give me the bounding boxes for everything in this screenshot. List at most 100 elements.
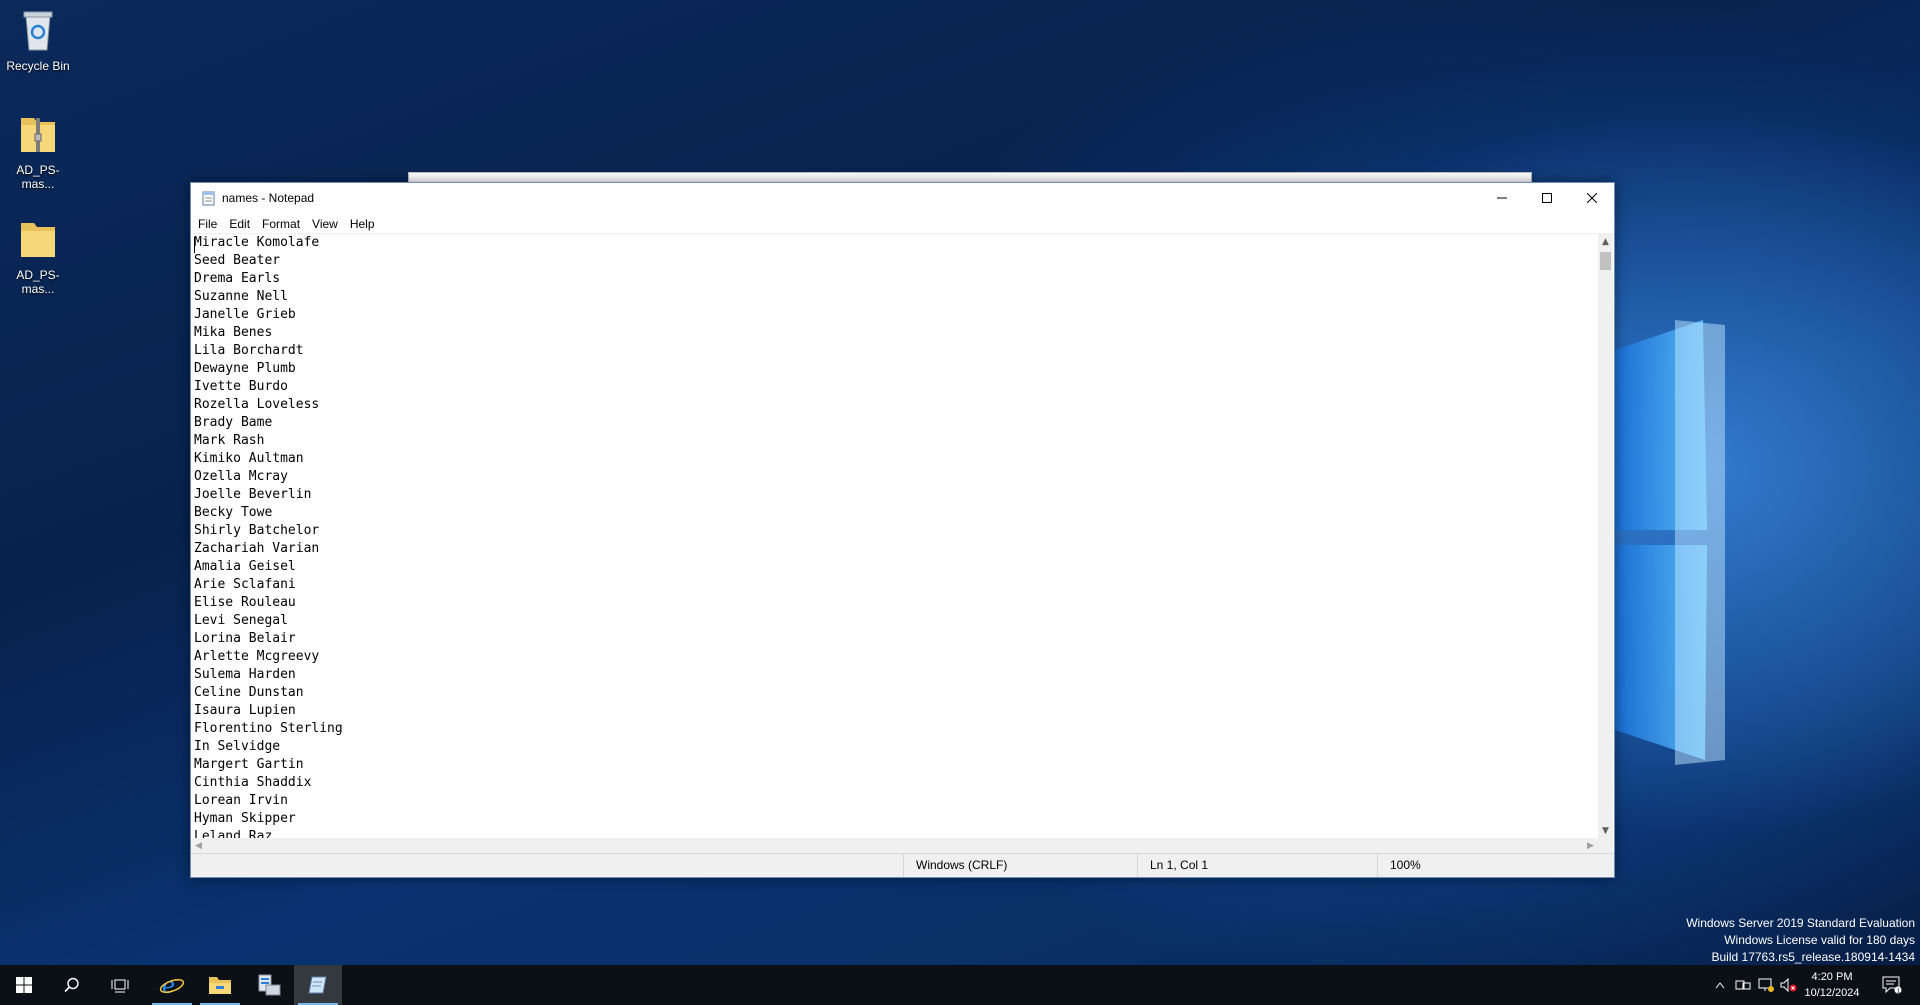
task-view-icon: [111, 979, 129, 993]
text-line: Seed Beater: [194, 253, 281, 268]
text-line: Sulema Harden: [194, 667, 296, 682]
taskbar-clock[interactable]: 4:20 PM 10/12/2024: [1803, 969, 1861, 1001]
windows-logo-wallpaper: [1615, 320, 1725, 765]
chevron-up-icon: [1715, 982, 1725, 989]
desktop-icon-label: AD_PS-mas...: [16, 268, 60, 296]
text-line: Hyman Skipper: [194, 811, 296, 826]
text-line: Joelle Beverlin: [194, 487, 312, 502]
text-line: Miracle Komolafe: [194, 235, 320, 250]
server-manager-icon: [258, 974, 281, 996]
volume-muted-icon: [1780, 977, 1797, 993]
close-button[interactable]: [1569, 183, 1614, 213]
text-line: Lorina Belair: [194, 631, 296, 646]
text-line: Brady Bame: [194, 415, 273, 430]
network-adapter-icon: [1735, 980, 1751, 990]
search-button[interactable]: [48, 965, 96, 1005]
desktop-icon-folder[interactable]: AD_PS-mas...: [4, 217, 72, 296]
svg-text:1: 1: [1897, 988, 1901, 994]
text-line: Elise Rouleau: [194, 595, 296, 610]
minimize-icon: [1496, 197, 1507, 199]
text-line: Leland Raz: [194, 829, 273, 838]
taskbar: e 4:20 PM 10/12/2024 1: [0, 965, 1920, 1005]
text-line: Janelle Grieb: [194, 307, 296, 322]
text-line: Arlette Mcgreevy: [194, 649, 320, 664]
menu-help[interactable]: Help: [344, 215, 381, 231]
zip-folder-icon: [21, 118, 55, 152]
text-line: Mark Rash: [194, 433, 265, 448]
menu-bar: File Edit Format View Help: [191, 213, 1614, 234]
taskbar-internet-explorer[interactable]: e: [148, 965, 196, 1005]
show-hidden-icons-button[interactable]: [1712, 965, 1728, 1005]
tray-network[interactable]: [1756, 965, 1776, 1005]
desktop-icon-zip-folder[interactable]: AD_PS-mas...: [4, 112, 72, 191]
search-icon: [64, 977, 79, 993]
window-title: names - Notepad: [222, 191, 315, 205]
text-line: Mika Benes: [194, 325, 273, 340]
status-bar: Windows (CRLF) Ln 1, Col 1 100%: [191, 853, 1614, 877]
text-line: Levi Senegal: [194, 613, 288, 628]
text-line: Amalia Geisel: [194, 559, 296, 574]
taskbar-notepad[interactable]: [294, 965, 342, 1005]
text-line: Suzanne Nell: [194, 289, 288, 304]
notepad-icon: [202, 191, 215, 206]
scroll-left-button[interactable]: ◀: [191, 838, 206, 853]
watermark-edition: Windows Server 2019 Standard Evaluation: [1686, 916, 1915, 930]
text-line: In Selvidge: [194, 739, 281, 754]
minimize-button[interactable]: [1479, 183, 1524, 213]
text-line: Kimiko Aultman: [194, 451, 304, 466]
clock-date: 10/12/2024: [1804, 987, 1860, 999]
notepad-window: names - Notepad File Edit Format View Help M…: [190, 182, 1615, 878]
status-line-ending: Windows (CRLF): [903, 854, 1007, 877]
start-button[interactable]: [0, 965, 48, 1005]
network-icon: [1758, 978, 1774, 992]
text-line: Cinthia Shaddix: [194, 775, 312, 790]
text-line: Zachariah Varian: [194, 541, 320, 556]
svg-text:e: e: [162, 974, 175, 998]
text-line: Drema Earls: [194, 271, 281, 286]
desktop-icon-recycle-bin[interactable]: Recycle Bin: [4, 8, 72, 73]
text-line: Rozella Loveless: [194, 397, 320, 412]
text-line: Lorean Irvin: [194, 793, 288, 808]
text-line: Isaura Lupien: [194, 703, 296, 718]
taskbar-file-explorer[interactable]: [196, 965, 244, 1005]
text-line: Arie Sclafani: [194, 577, 296, 592]
clock-time: 4:20 PM: [1811, 971, 1853, 983]
tray-volume[interactable]: [1778, 965, 1798, 1005]
watermark-build: Build 17763.rs5_release.180914-1434: [1711, 950, 1916, 964]
taskbar-server-manager[interactable]: [245, 965, 293, 1005]
file-explorer-icon: [209, 977, 231, 994]
text-line: Celine Dunstan: [194, 685, 304, 700]
title-bar[interactable]: names - Notepad: [191, 183, 1614, 213]
text-editor[interactable]: Miracle Komolafe Seed Beater Drema Earls Su…: [191, 234, 1598, 838]
horizontal-scrollbar[interactable]: ◀ ▶: [191, 838, 1598, 853]
scrollbar-corner: [1598, 838, 1613, 853]
text-line: Dewayne Plumb: [194, 361, 296, 376]
folder-icon: [21, 223, 55, 257]
maximize-button[interactable]: [1524, 183, 1569, 213]
menu-format[interactable]: Format: [256, 215, 306, 231]
scroll-up-button[interactable]: ▲: [1598, 234, 1613, 249]
tray-network-adapter[interactable]: [1733, 965, 1753, 1005]
text-line: Florentino Sterling: [194, 721, 343, 736]
notification-icon: 1: [1882, 976, 1902, 994]
menu-edit[interactable]: Edit: [223, 215, 256, 231]
text-line: Ozella Mcray: [194, 469, 288, 484]
scroll-right-button[interactable]: ▶: [1583, 838, 1598, 853]
status-zoom: 100%: [1377, 854, 1421, 877]
close-icon: [1586, 193, 1597, 203]
desktop-icon-label: Recycle Bin: [6, 59, 70, 73]
recycle-bin-icon: [23, 11, 53, 51]
vertical-scrollbar[interactable]: ▲ ▼: [1598, 234, 1613, 838]
internet-explorer-icon: e: [159, 974, 185, 998]
scroll-thumb[interactable]: [1600, 252, 1611, 270]
watermark-license: Windows License valid for 180 days: [1724, 933, 1915, 947]
menu-view[interactable]: View: [306, 215, 344, 231]
text-line: Margert Gartin: [194, 757, 304, 772]
action-center-button[interactable]: 1: [1872, 965, 1912, 1005]
task-view-button[interactable]: [96, 965, 144, 1005]
scroll-down-button[interactable]: ▼: [1598, 823, 1613, 838]
text-caret: [194, 237, 195, 253]
windows-start-icon: [16, 977, 32, 993]
menu-file[interactable]: File: [192, 215, 223, 231]
notepad-icon: [308, 976, 327, 994]
